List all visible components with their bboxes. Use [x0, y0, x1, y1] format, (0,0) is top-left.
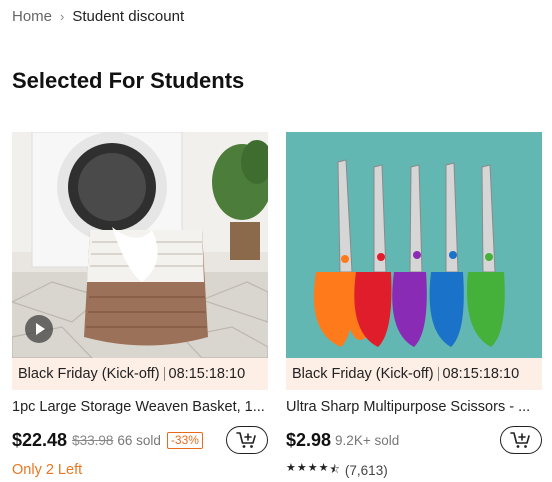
star-icon: ★ [296, 461, 307, 474]
divider [437, 367, 439, 381]
countdown-timer: 08:15:18:10 [168, 366, 246, 382]
play-icon [35, 323, 45, 335]
star-icon: ★ [307, 461, 318, 474]
original-price: $33.98 [72, 432, 114, 448]
cart-plus-icon [236, 432, 256, 448]
add-to-cart-button[interactable] [500, 426, 542, 454]
breadcrumb-separator: › [60, 8, 65, 24]
product-card[interactable]: Black Friday (Kick-off) 08:15:18:10 1pc … [12, 132, 268, 478]
product-title[interactable]: 1pc Large Storage Weaven Basket, 1... [12, 399, 268, 421]
play-video-button[interactable] [25, 315, 53, 343]
product-title[interactable]: Ultra Sharp Multipurpose Scissors - ... [286, 399, 542, 421]
star-icon: ★ [286, 461, 296, 474]
stock-note: Only 2 Left [12, 462, 83, 478]
sold-count: 66 sold [117, 432, 161, 448]
rating-count: (7,613) [344, 462, 388, 478]
product-image[interactable] [12, 132, 268, 358]
half-star-icon: ⯪ [329, 463, 340, 476]
rating: ★ ★ ★ ★ ⯪ (7,613) [286, 462, 542, 478]
scissors-image [286, 132, 542, 358]
countdown-timer: 08:15:18:10 [442, 366, 520, 382]
price-row: $2.98 9.2K+ sold [286, 426, 542, 454]
divider [163, 367, 165, 381]
page-title: Selected For Students [12, 68, 245, 93]
sold-count: 9.2K+ sold [335, 432, 400, 448]
breadcrumb: Home › Student discount [12, 6, 184, 26]
promo-label: Black Friday (Kick-off) [292, 366, 434, 382]
star-icon: ★ [318, 461, 329, 474]
discount-badge: -33% [166, 431, 203, 449]
add-to-cart-button[interactable] [226, 426, 268, 454]
promo-label: Black Friday (Kick-off) [18, 366, 160, 382]
cart-plus-icon [510, 432, 530, 448]
breadcrumb-home-link[interactable]: Home [12, 8, 52, 25]
promo-bar: Black Friday (Kick-off) 08:15:18:10 [286, 358, 542, 390]
star-rating: ★ ★ ★ ★ ⯪ [286, 461, 341, 480]
price: $2.98 [286, 429, 332, 450]
product-card[interactable]: Black Friday (Kick-off) 08:15:18:10 Ultr… [286, 132, 542, 478]
price-row: $22.48 $33.98 66 sold -33% [12, 426, 268, 454]
promo-bar: Black Friday (Kick-off) 08:15:18:10 [12, 358, 268, 390]
price: $22.48 [12, 429, 68, 450]
breadcrumb-current: Student discount [72, 7, 185, 25]
product-image[interactable] [286, 132, 542, 358]
